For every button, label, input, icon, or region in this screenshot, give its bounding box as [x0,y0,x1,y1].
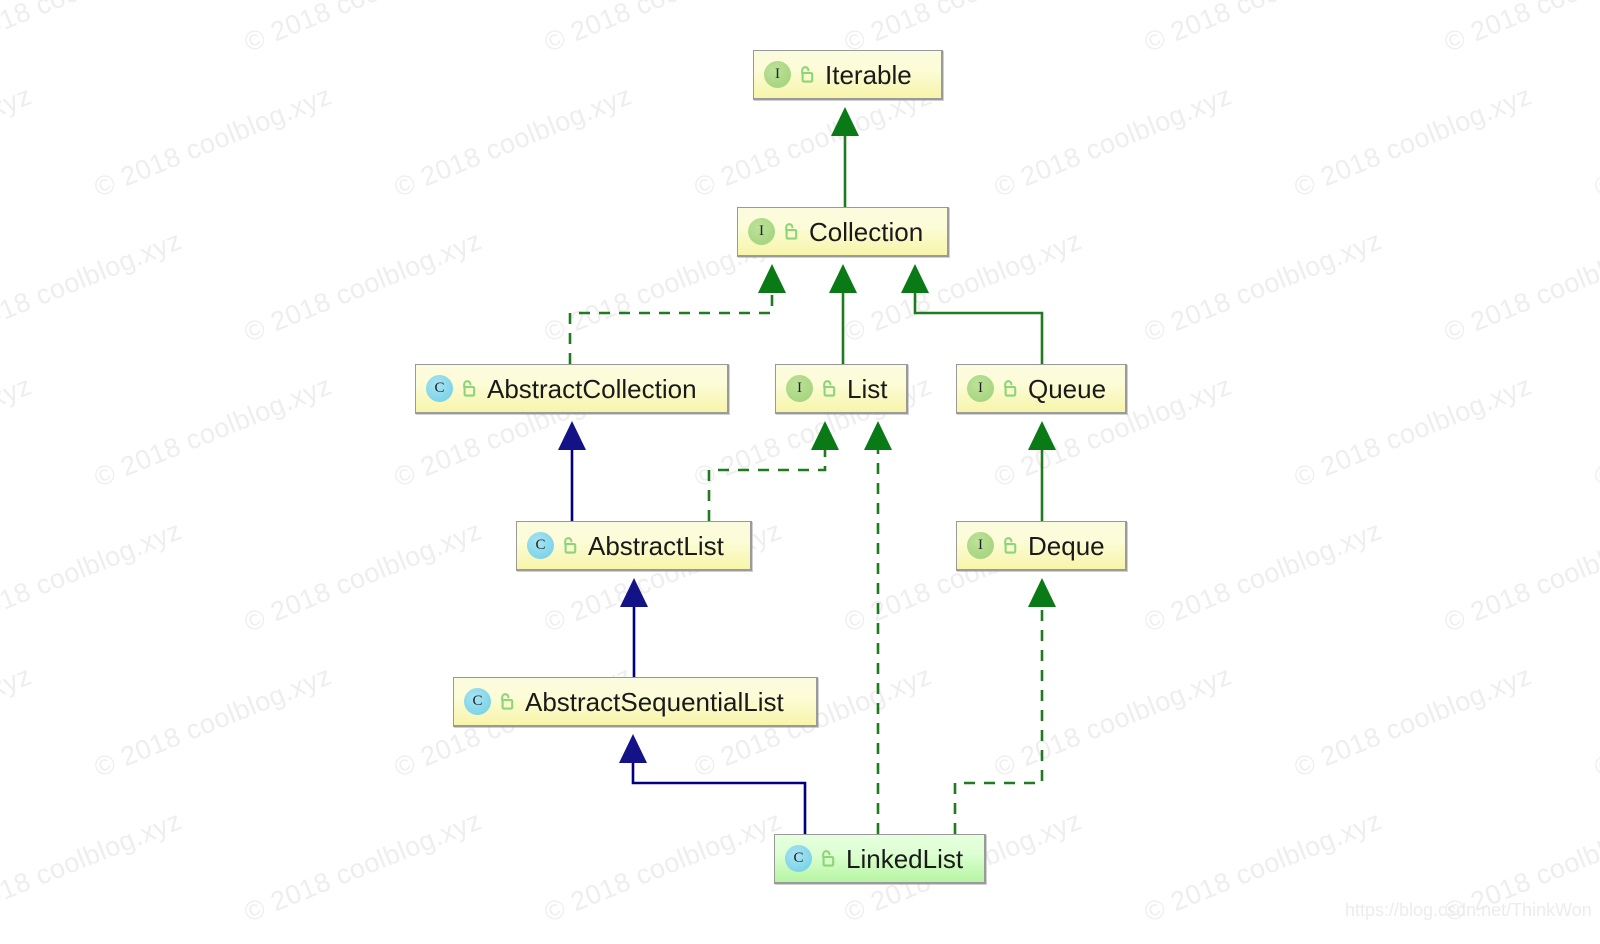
uml-node-list[interactable]: I List [775,364,908,414]
uml-node-label: Iterable [825,59,912,90]
interface-badge-icon: I [967,375,994,402]
unlocked-padlock-glyph [501,693,514,710]
interface-badge-icon: I [967,532,994,559]
unlocked-padlock-icon [820,379,837,398]
unlocked-padlock-icon [460,379,477,398]
unlocked-padlock-glyph [564,537,577,554]
unlocked-padlock-glyph [1004,537,1017,554]
uml-node-label: AbstractList [588,530,724,561]
unlocked-padlock-icon [819,849,836,868]
class-badge-icon: C [426,375,453,402]
interface-badge-icon: I [786,375,813,402]
node-layer: I Iterable I Collection C AbstractCollection I… [0,0,1600,944]
unlocked-padlock-icon [798,65,815,84]
unlocked-padlock-glyph [801,66,814,83]
uml-node-iterable[interactable]: I Iterable [753,50,943,100]
unlocked-padlock-icon [561,536,578,555]
uml-node-deque[interactable]: I Deque [956,521,1127,571]
uml-node-label: List [847,373,888,404]
uml-node-collection[interactable]: I Collection [737,207,949,257]
uml-node-abstractsequentiallist[interactable]: C AbstractSequentialList [453,677,818,727]
unlocked-padlock-icon [498,692,515,711]
uml-node-abstractlist[interactable]: C AbstractList [516,521,752,571]
uml-node-abstractcollection[interactable]: C AbstractCollection [415,364,729,414]
uml-node-linkedlist[interactable]: C LinkedList [774,834,986,884]
uml-node-label: LinkedList [846,843,964,874]
uml-node-label: Collection [809,216,924,247]
unlocked-padlock-glyph [463,380,476,397]
unlocked-padlock-glyph [785,223,798,240]
interface-badge-icon: I [748,218,775,245]
unlocked-padlock-glyph [1004,380,1017,397]
unlocked-padlock-icon [1001,536,1018,555]
uml-node-queue[interactable]: I Queue [956,364,1127,414]
class-badge-icon: C [785,845,812,872]
uml-node-label: AbstractCollection [487,373,697,404]
unlocked-padlock-glyph [823,380,836,397]
diagram-canvas: © 2018 coolblog.xyz© 2018 coolblog.xyz© … [0,0,1600,944]
class-badge-icon: C [527,532,554,559]
interface-badge-icon: I [764,61,791,88]
unlocked-padlock-glyph [822,850,835,867]
unlocked-padlock-icon [782,222,799,241]
uml-node-label: Deque [1028,530,1105,561]
unlocked-padlock-icon [1001,379,1018,398]
uml-node-label: Queue [1028,373,1107,404]
uml-node-label: AbstractSequentialList [525,686,784,717]
class-badge-icon: C [464,688,491,715]
